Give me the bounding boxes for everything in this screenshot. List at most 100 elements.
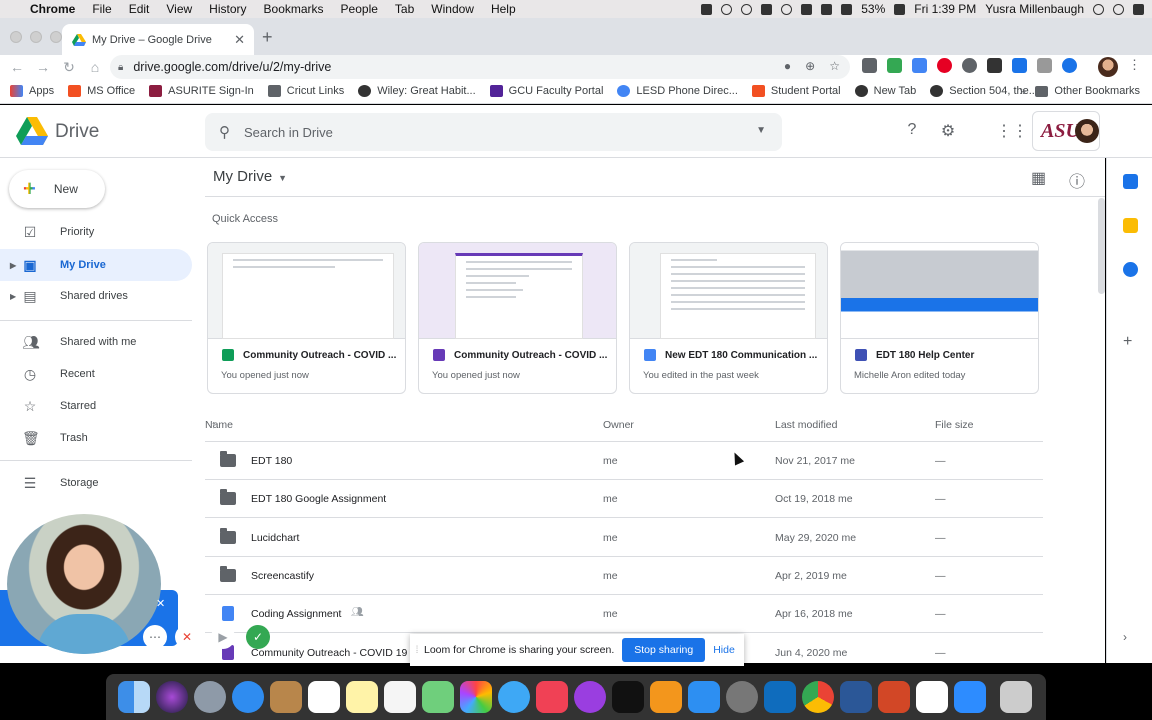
news-icon[interactable] bbox=[536, 681, 568, 713]
word-icon[interactable] bbox=[840, 681, 872, 713]
bookmark-item[interactable]: Apps bbox=[10, 85, 54, 97]
close-camera-icon[interactable]: ✕ bbox=[156, 597, 165, 610]
menu-app-name[interactable]: Chrome bbox=[30, 2, 75, 16]
wifi-icon[interactable] bbox=[821, 3, 833, 15]
expand-arrow-icon[interactable]: ▶ bbox=[10, 292, 16, 301]
extension-icon[interactable] bbox=[862, 58, 877, 73]
table-row[interactable]: Screencastify me Apr 2, 2019 me — bbox=[205, 557, 1043, 595]
bookmark-item[interactable]: ASURITE Sign-In bbox=[149, 85, 254, 97]
volume-icon[interactable] bbox=[841, 3, 853, 15]
sidebar-item-storage[interactable]: ☰ Storage bbox=[0, 467, 192, 499]
menu-people[interactable]: People bbox=[341, 2, 378, 16]
scrollbar[interactable] bbox=[1098, 198, 1105, 294]
address-bar[interactable]: 🔒︎ drive.google.com/drive/u/2/my-drive ●… bbox=[110, 55, 850, 79]
table-row[interactable]: Lucidchart me May 29, 2020 me — bbox=[205, 519, 1043, 557]
settings-gear-icon[interactable]: ⚙ bbox=[938, 121, 958, 141]
search-bar[interactable]: ⚲ Search in Drive ▼ bbox=[205, 113, 782, 151]
search-icon[interactable]: ⚲ bbox=[219, 123, 230, 141]
messages-icon[interactable] bbox=[498, 681, 530, 713]
launchpad-icon[interactable] bbox=[194, 681, 226, 713]
close-window-button[interactable] bbox=[10, 31, 22, 43]
podcasts-icon[interactable] bbox=[574, 681, 606, 713]
table-row[interactable]: EDT 180 me Nov 21, 2017 me — bbox=[205, 442, 1043, 480]
search-options-icon[interactable]: ▼ bbox=[756, 125, 766, 136]
add-addon-icon[interactable]: + bbox=[1123, 334, 1138, 350]
bookmark-item[interactable]: Wiley: Great Habit... bbox=[358, 85, 476, 97]
add-icon[interactable]: ⊕ bbox=[805, 59, 815, 73]
extension-icon[interactable] bbox=[1037, 58, 1052, 73]
zoom-icon[interactable] bbox=[954, 681, 986, 713]
tab-my-drive[interactable]: My Drive – Google Drive ✕ bbox=[62, 24, 254, 55]
home-icon[interactable]: ⌂ bbox=[82, 59, 108, 75]
extension-icon[interactable] bbox=[912, 58, 927, 73]
quick-access-card[interactable]: New EDT 180 Communication ... You edited… bbox=[629, 242, 828, 394]
reload-icon[interactable]: ↻ bbox=[56, 59, 82, 76]
apps-grid-icon[interactable]: ⋮⋮ bbox=[996, 121, 1028, 141]
slack-icon[interactable] bbox=[916, 681, 948, 713]
quick-access-card[interactable]: Community Outreach - COVID ... You opene… bbox=[207, 242, 406, 394]
menu-bookmarks[interactable]: Bookmarks bbox=[264, 2, 324, 16]
app-store-icon[interactable] bbox=[688, 681, 720, 713]
menu-help[interactable]: Help bbox=[491, 2, 516, 16]
vpn-icon[interactable] bbox=[741, 3, 753, 15]
camera-icon[interactable] bbox=[721, 3, 733, 15]
powerpoint-icon[interactable] bbox=[878, 681, 910, 713]
extension-icon[interactable] bbox=[962, 58, 977, 73]
safari-icon[interactable] bbox=[232, 681, 264, 713]
new-button[interactable]: + New bbox=[9, 170, 105, 208]
siri-icon[interactable] bbox=[1113, 3, 1124, 15]
breadcrumb[interactable]: My Drive ▼ bbox=[213, 168, 287, 185]
cloud-icon[interactable] bbox=[761, 3, 773, 15]
menu-file[interactable]: File bbox=[92, 2, 111, 16]
account-switcher[interactable]: ASU bbox=[1032, 111, 1100, 151]
more-bookmarks-icon[interactable]: » bbox=[1019, 84, 1026, 98]
sidebar-item-starred[interactable]: ☆ Starred bbox=[0, 390, 192, 422]
calendar-icon[interactable] bbox=[1123, 174, 1138, 189]
chrome-menu-icon[interactable]: ⋮ bbox=[1128, 57, 1141, 73]
table-row[interactable]: Coding Assignment 👥︎ me Apr 16, 2018 me … bbox=[205, 595, 1043, 633]
bookmark-item[interactable]: Cricut Links bbox=[267, 85, 344, 97]
sync-icon[interactable] bbox=[781, 3, 793, 15]
contacts-icon[interactable] bbox=[270, 681, 302, 713]
stop-sharing-button[interactable]: Stop sharing bbox=[622, 638, 706, 662]
battery-icon[interactable] bbox=[894, 3, 906, 15]
quick-access-card[interactable]: EDT 180 Help Center Michelle Aron edited… bbox=[840, 242, 1039, 394]
finish-recording-icon[interactable]: ✓ bbox=[246, 625, 270, 649]
hide-button[interactable]: Hide bbox=[713, 644, 735, 656]
extension-icon[interactable] bbox=[987, 58, 1002, 73]
maps-icon[interactable] bbox=[422, 681, 454, 713]
minimize-window-button[interactable] bbox=[30, 31, 42, 43]
sidebar-item-my-drive[interactable]: ▶ ▣ My Drive bbox=[0, 249, 192, 281]
sidebar-item-shared-with-me[interactable]: 👥︎ Shared with me bbox=[0, 326, 192, 358]
finder-icon[interactable] bbox=[118, 681, 150, 713]
menu-window[interactable]: Window bbox=[431, 2, 474, 16]
extension-icon[interactable] bbox=[1012, 58, 1027, 73]
pinterest-icon[interactable] bbox=[937, 58, 952, 73]
table-row[interactable]: EDT 180 Google Assignment me Oct 19, 201… bbox=[205, 480, 1043, 518]
sidebar-item-trash[interactable]: 🗑︎ Trash bbox=[0, 422, 192, 454]
mic-search-icon[interactable]: ● bbox=[784, 59, 791, 73]
lock-icon[interactable]: 🔒︎ bbox=[118, 62, 123, 73]
column-last-modified[interactable]: Last modified bbox=[775, 419, 837, 431]
reminders-icon[interactable] bbox=[384, 681, 416, 713]
menubar-clock[interactable]: Fri 1:39 PM bbox=[914, 2, 976, 16]
webcam-bubble[interactable] bbox=[7, 514, 161, 654]
profile-avatar[interactable] bbox=[1098, 57, 1118, 77]
grid-view-icon[interactable]: ▦ bbox=[1031, 168, 1046, 188]
siri-icon[interactable] bbox=[156, 681, 188, 713]
other-bookmarks[interactable]: Other Bookmarks bbox=[1035, 85, 1140, 97]
spotlight-icon[interactable] bbox=[1093, 3, 1104, 15]
menu-history[interactable]: History bbox=[209, 2, 246, 16]
bookmark-item[interactable]: GCU Faculty Portal bbox=[489, 85, 603, 97]
avatar[interactable] bbox=[1075, 119, 1099, 143]
cancel-recording-icon[interactable]: ✕ bbox=[175, 625, 199, 649]
zoom-window-button[interactable] bbox=[50, 31, 62, 43]
pause-recording-icon[interactable]: ▶ bbox=[211, 625, 235, 649]
battery-percent[interactable]: 53% bbox=[861, 2, 885, 16]
expand-arrow-icon[interactable]: ▶ bbox=[10, 261, 16, 270]
books-icon[interactable] bbox=[650, 681, 682, 713]
extension-icon[interactable] bbox=[887, 58, 902, 73]
column-file-size[interactable]: File size bbox=[935, 419, 974, 431]
search-input[interactable]: Search in Drive bbox=[244, 125, 333, 140]
notes-icon[interactable] bbox=[346, 681, 378, 713]
